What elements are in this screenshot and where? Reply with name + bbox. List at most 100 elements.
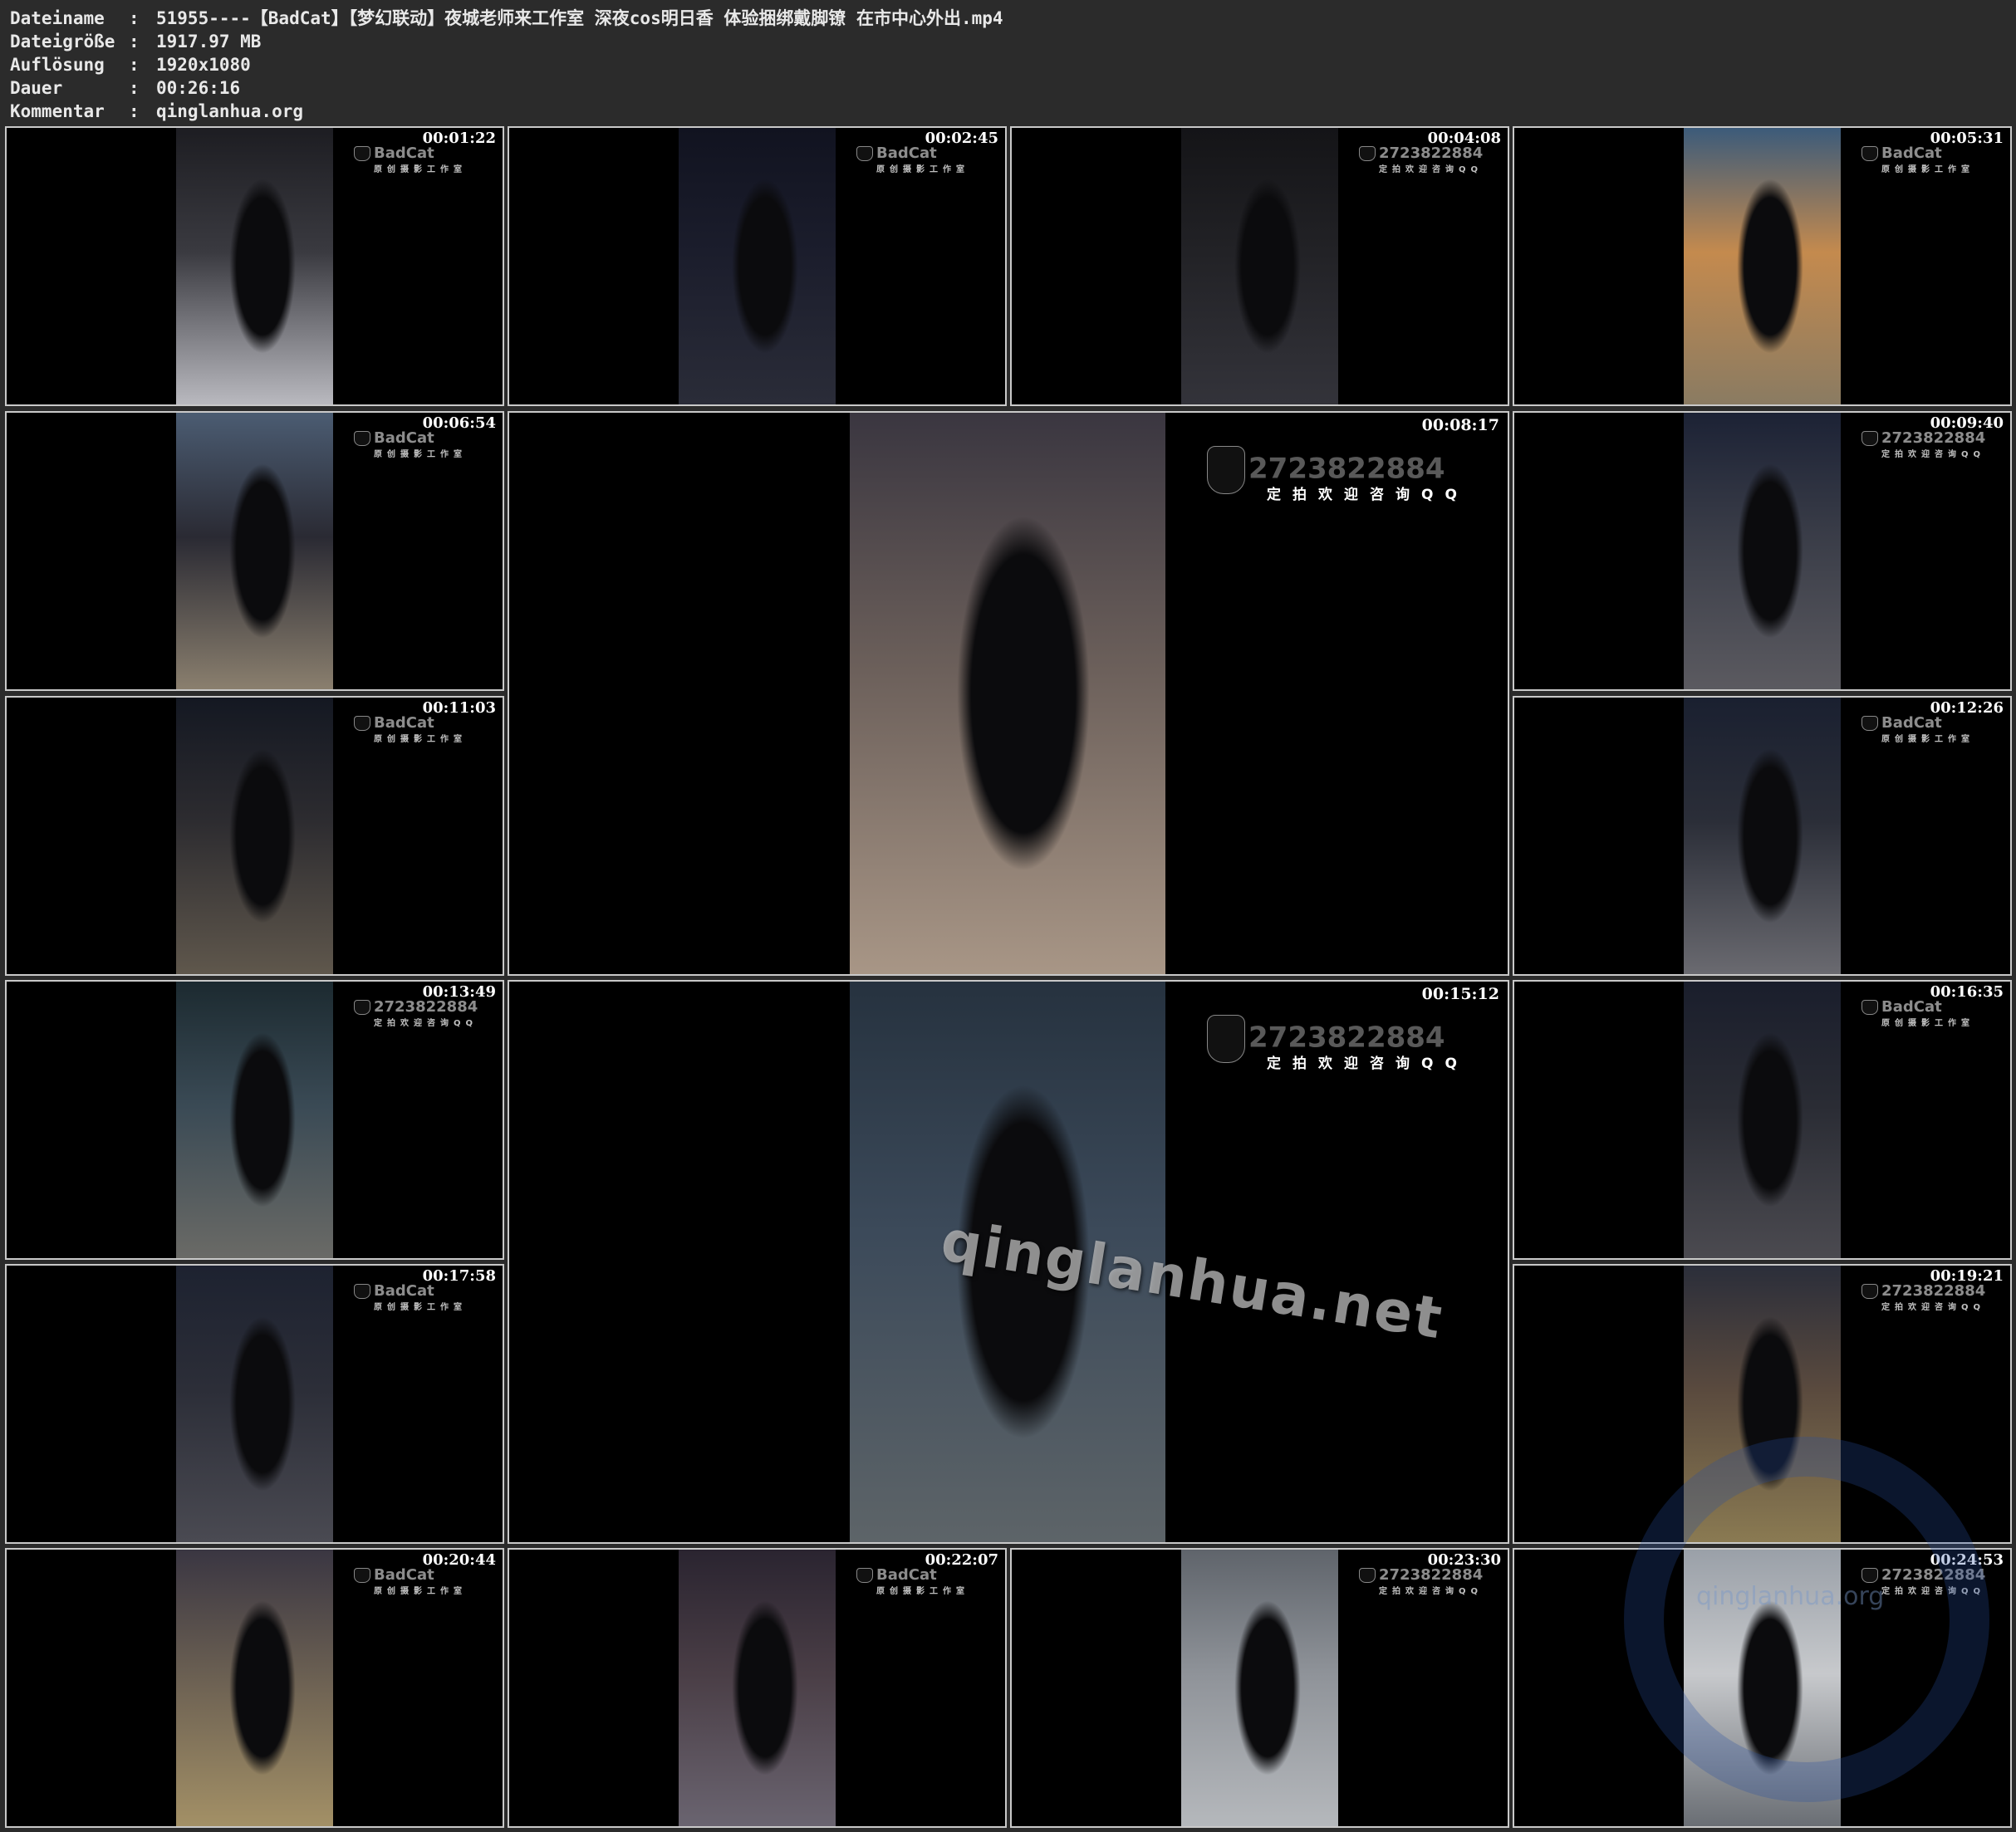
- channel-watermark: BadCat 原创摄影工作室: [856, 1566, 969, 1596]
- video-frame: [1684, 128, 1841, 404]
- watermark-text: 2723822884: [1881, 1282, 1986, 1300]
- channel-watermark: BadCat 原创摄影工作室: [1861, 998, 1974, 1028]
- watermark-text: 2723822884: [374, 998, 478, 1016]
- cat-logo-icon: [354, 716, 370, 731]
- channel-watermark: BadCat 原创摄影工作室: [354, 1566, 467, 1596]
- video-frame: [176, 1266, 333, 1542]
- channel-watermark: BadCat 原创摄影工作室: [354, 429, 467, 459]
- watermark-subtext: 原创摄影工作室: [374, 735, 467, 744]
- watermark-subtext: 原创摄影工作室: [1881, 735, 1974, 744]
- video-thumbnail: 2723822884 定拍欢迎咨询QQ 00:09:40: [1513, 411, 2012, 691]
- watermark-subtext: 定拍欢迎咨询QQ: [1267, 1056, 1469, 1072]
- watermark-subtext: 定拍欢迎咨询QQ: [1379, 165, 1484, 174]
- channel-watermark: BadCat 原创摄影工作室: [354, 145, 467, 174]
- cat-logo-icon: [354, 1284, 370, 1299]
- info-row-filesize: Dateigröße : 1917.97 MB: [10, 30, 1003, 53]
- watermark-text: BadCat: [876, 1566, 937, 1584]
- timestamp: 00:04:08: [1427, 130, 1501, 147]
- info-key: Dauer: [10, 78, 63, 98]
- video-thumbnail: 2723822884 定拍欢迎咨询QQ 00:13:49: [5, 980, 504, 1260]
- timestamp: 00:05:31: [1930, 130, 2004, 147]
- video-frame: [1684, 982, 1841, 1258]
- cat-logo-icon: [354, 1568, 370, 1583]
- channel-watermark: 2723822884 定拍欢迎咨询QQ: [354, 998, 478, 1028]
- channel-watermark: 2723822884 定拍欢迎咨询QQ: [1359, 145, 1483, 174]
- video-thumbnail: BadCat 原创摄影工作室 00:02:45: [508, 126, 1007, 406]
- watermark-text: BadCat: [1881, 998, 1942, 1016]
- video-thumbnail: 2723822884 定拍欢迎咨询QQ 00:08:17: [508, 411, 1509, 976]
- watermark-text: BadCat: [374, 145, 434, 162]
- info-value: 1917.97 MB: [156, 32, 262, 51]
- timestamp: 00:22:07: [925, 1551, 998, 1569]
- watermark-text: 2723822884: [1379, 1566, 1484, 1584]
- cat-logo-icon: [1861, 1284, 1878, 1299]
- watermark-subtext: 原创摄影工作室: [1881, 1019, 1974, 1028]
- watermark-text: BadCat: [374, 1282, 434, 1300]
- info-row-comment: Kommentar : qinglanhua.org: [10, 100, 1003, 123]
- channel-watermark: 2723822884 定拍欢迎咨询QQ: [1861, 1282, 1985, 1312]
- video-thumbnail: 2723822884 定拍欢迎咨询QQ 00:23:30: [1010, 1548, 1509, 1828]
- watermark-subtext: 原创摄影工作室: [374, 1587, 467, 1596]
- channel-watermark: BadCat 原创摄影工作室: [354, 714, 467, 744]
- cat-logo-icon: [1861, 1000, 1878, 1015]
- info-value: 00:26:16: [156, 78, 241, 98]
- channel-watermark: BadCat 原创摄影工作室: [856, 145, 969, 174]
- watermark-subtext: 原创摄影工作室: [876, 165, 969, 174]
- cat-logo-icon: [856, 146, 873, 161]
- watermark-subtext: 定拍欢迎咨询QQ: [1881, 450, 1986, 459]
- video-frame: [679, 128, 836, 404]
- corner-logo-text: qinglanhua.org: [1696, 1582, 1885, 1611]
- video-thumbnail: BadCat 原创摄影工作室 00:17:58: [5, 1264, 504, 1544]
- timestamp: 00:02:45: [925, 130, 998, 147]
- cat-logo-icon: [354, 146, 370, 161]
- watermark-subtext: 定拍欢迎咨询QQ: [1881, 1303, 1986, 1312]
- cat-logo-icon: [1861, 431, 1878, 446]
- channel-watermark: 2723822884 定拍欢迎咨询QQ: [1359, 1566, 1483, 1596]
- file-info: Dateiname : 51955----【BadCat】【梦幻联动】夜城老师来…: [10, 7, 1003, 123]
- cat-logo-icon: [1861, 146, 1878, 161]
- info-sep: :: [129, 101, 140, 121]
- video-thumbnail: BadCat 原创摄影工作室 00:22:07: [508, 1548, 1007, 1828]
- watermark-subtext: 原创摄影工作室: [374, 450, 467, 459]
- cat-logo-icon: [1207, 446, 1245, 494]
- info-value: qinglanhua.org: [156, 101, 304, 121]
- watermark-text: 2723822884: [1379, 145, 1484, 162]
- watermark-subtext: 定拍欢迎咨询QQ: [1267, 487, 1469, 503]
- watermark-text: 2723822884: [1248, 452, 1445, 486]
- timestamp: 00:23:30: [1427, 1551, 1501, 1569]
- video-thumbnail: 2723822884 定拍欢迎咨询QQ 00:04:08: [1010, 126, 1509, 406]
- timestamp: 00:16:35: [1930, 983, 2004, 1001]
- video-thumbnail: BadCat 原创摄影工作室 00:06:54: [5, 411, 504, 691]
- info-key: Dateigröße: [10, 32, 115, 51]
- cat-logo-icon: [856, 1568, 873, 1583]
- video-frame: [176, 1550, 333, 1826]
- video-thumbnail: BadCat 原创摄影工作室 00:11:03: [5, 696, 504, 976]
- info-value: 1920x1080: [156, 55, 251, 75]
- timestamp: 00:01:22: [422, 130, 496, 147]
- channel-watermark: BadCat 原创摄影工作室: [354, 1282, 467, 1312]
- video-frame: [679, 1550, 836, 1826]
- info-sep: :: [129, 8, 140, 28]
- watermark-subtext: 定拍欢迎咨询QQ: [374, 1019, 478, 1028]
- info-row-duration: Dauer : 00:26:16: [10, 76, 1003, 100]
- watermark-text: 2723822884: [1881, 429, 1986, 447]
- timestamp: 00:09:40: [1930, 414, 2004, 432]
- watermark-subtext: 定拍欢迎咨询QQ: [1379, 1587, 1484, 1596]
- timestamp: 00:20:44: [422, 1551, 496, 1569]
- watermark-subtext: 原创摄影工作室: [1881, 165, 1974, 174]
- info-value: 51955----【BadCat】【梦幻联动】夜城老师来工作室 深夜cos明日香…: [156, 8, 1003, 28]
- timestamp: 00:11:03: [422, 699, 496, 717]
- cat-logo-icon: [1359, 146, 1376, 161]
- cat-logo-icon: [1359, 1568, 1376, 1583]
- info-sep: :: [129, 32, 140, 51]
- info-sep: :: [129, 78, 140, 98]
- timestamp: 00:08:17: [1421, 416, 1499, 434]
- video-frame: [850, 413, 1165, 974]
- video-frame: [176, 413, 333, 689]
- video-frame: [1684, 413, 1841, 689]
- cat-logo-icon: [354, 431, 370, 446]
- video-frame: [1181, 128, 1338, 404]
- timestamp: 00:19:21: [1930, 1267, 2004, 1285]
- info-row-resolution: Auflösung : 1920x1080: [10, 53, 1003, 76]
- info-sep: :: [129, 55, 140, 75]
